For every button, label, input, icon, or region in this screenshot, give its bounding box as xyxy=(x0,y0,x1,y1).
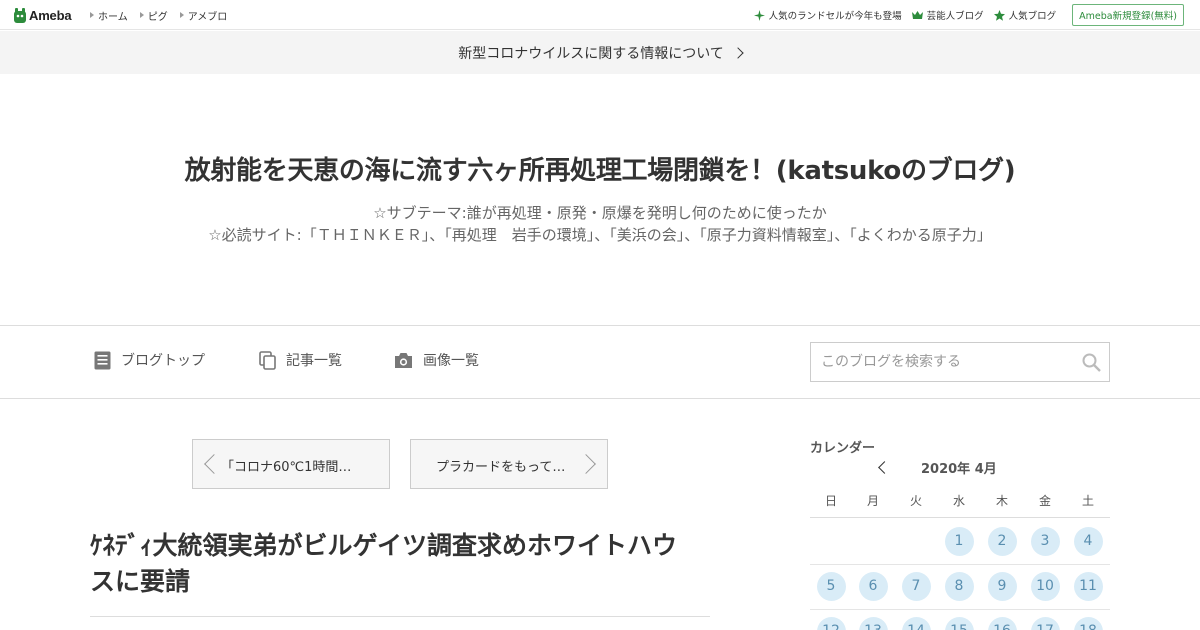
global-nav-ameblo[interactable]: アメブロ xyxy=(179,8,228,23)
calendar-weekdays: 日月火水木金土 xyxy=(810,488,1110,518)
blog-description-line: ☆サブテーマ:誰が再処理・原発・原爆を発明し何のために使ったか xyxy=(373,204,827,222)
calendar-day[interactable]: 5 xyxy=(816,571,846,601)
calendar-day[interactable]: 6 xyxy=(858,571,888,601)
calendar-day[interactable]: 18 xyxy=(1073,616,1103,630)
calendar-heading: カレンダー xyxy=(810,441,876,456)
nav-label: ブログトップ xyxy=(121,353,205,369)
sparkle-icon xyxy=(753,9,765,21)
covid-notice-banner[interactable]: 新型コロナウイルスに関する情報について xyxy=(0,31,1200,74)
header-link-label: 人気のランドセルが今年も登場 xyxy=(768,11,902,22)
global-nav: ホーム ピグ アメブロ xyxy=(90,0,239,30)
triangle-right-icon xyxy=(139,12,144,18)
blog-top-icon xyxy=(94,351,111,369)
chevron-right-icon xyxy=(732,46,744,59)
search-input[interactable] xyxy=(811,343,1071,381)
global-nav-pigg[interactable]: ピグ xyxy=(139,8,168,23)
calendar-month-nav: 2020年 4月 xyxy=(878,458,997,477)
nav-blog-top[interactable]: ブログトップ xyxy=(94,350,205,370)
camera-icon xyxy=(395,352,412,368)
global-nav-label: ピグ xyxy=(147,11,168,23)
articles-icon xyxy=(259,350,276,370)
blog-title[interactable]: 放射能を天恵の海に流す六ヶ所再処理工場閉鎖を！(katsukoのブログ) xyxy=(0,150,1200,187)
calendar-weekday: 土 xyxy=(1081,494,1094,508)
calendar-weekday: 木 xyxy=(995,494,1008,508)
logo-text: Ameba xyxy=(29,7,72,23)
nav-article-list[interactable]: 記事一覧 xyxy=(259,350,342,370)
calendar-weekday: 水 xyxy=(952,494,965,508)
ameba-mascot-icon xyxy=(14,7,26,23)
divider xyxy=(90,616,710,617)
calendar-day[interactable]: 16 xyxy=(987,616,1017,630)
article-title[interactable]: ｹﾈﾃﾞｨ大統領実弟がビルゲイツ調査求めホワイトハウスに要請 xyxy=(90,528,700,600)
calendar-day[interactable]: 11 xyxy=(1073,571,1103,601)
blog-description: ☆サブテーマ:誰が再処理・原発・原爆を発明し何のために使ったか ☆必読サイト:「… xyxy=(0,202,1200,246)
header-link-label: 人気ブログ xyxy=(1008,11,1057,22)
calendar-row-divider xyxy=(810,564,1110,565)
calendar-day[interactable]: 2 xyxy=(987,526,1017,556)
calendar-weekday: 日 xyxy=(824,494,837,508)
next-article-button[interactable]: プラカードをもって… xyxy=(410,439,608,489)
calendar-weekday: 月 xyxy=(866,494,879,508)
triangle-right-icon xyxy=(179,12,184,18)
ameba-logo[interactable]: Ameba xyxy=(13,6,72,24)
previous-article-title: 「コロナ60℃1時間… xyxy=(221,460,352,475)
header-link-celebrity-blogs[interactable]: 芸能人ブログ xyxy=(911,8,984,22)
calendar-day[interactable]: 10 xyxy=(1030,571,1060,601)
crown-icon xyxy=(911,10,923,20)
calendar-day[interactable]: 8 xyxy=(944,571,974,601)
star-icon xyxy=(993,9,1005,21)
calendar-weekday: 金 xyxy=(1038,494,1051,508)
global-header: Ameba ホーム ピグ アメブロ 人気のランドセルが今年も登場 芸能人ブログ … xyxy=(0,0,1200,30)
blog-search xyxy=(810,342,1110,382)
nav-label: 記事一覧 xyxy=(286,353,342,369)
register-button[interactable]: Ameba新規登録(無料) xyxy=(1072,4,1184,26)
calendar-day[interactable]: 1 xyxy=(944,526,974,556)
nav-image-list[interactable]: 画像一覧 xyxy=(394,350,479,370)
calendar-weekday: 火 xyxy=(909,494,922,508)
calendar-day[interactable]: 3 xyxy=(1030,526,1060,556)
calendar-day[interactable]: 17 xyxy=(1030,616,1060,630)
previous-article-button[interactable]: 「コロナ60℃1時間… xyxy=(192,439,390,489)
header-link-label: 芸能人ブログ xyxy=(926,11,984,22)
calendar-day[interactable]: 14 xyxy=(901,616,931,630)
calendar-day[interactable]: 13 xyxy=(858,616,888,630)
calendar-day[interactable]: 9 xyxy=(987,571,1017,601)
global-nav-label: アメブロ xyxy=(187,11,228,23)
next-article-title: プラカードをもって… xyxy=(436,460,566,475)
calendar-prev-month-icon[interactable] xyxy=(878,461,891,474)
calendar-day[interactable]: 12 xyxy=(816,616,846,630)
triangle-right-icon xyxy=(90,12,94,18)
header-links: 人気のランドセルが今年も登場 芸能人ブログ 人気ブログ Ameba新規登録(無料… xyxy=(744,0,1184,30)
header-link-randoseru[interactable]: 人気のランドセルが今年も登場 xyxy=(753,8,902,22)
calendar-day[interactable]: 15 xyxy=(944,616,974,630)
nav-label: 画像一覧 xyxy=(423,353,479,369)
blog-description-line: ☆必読サイト:「ＴＨＩＮＫＥＲ」、「再処理 岩手の環境」、「美浜の会」、「原子力… xyxy=(208,226,992,244)
calendar-month: 2020年 4月 xyxy=(921,462,997,477)
notice-text: 新型コロナウイルスに関する情報について xyxy=(458,45,724,62)
global-nav-home[interactable]: ホーム xyxy=(90,8,128,23)
calendar-day[interactable]: 7 xyxy=(901,571,931,601)
calendar-day[interactable]: 4 xyxy=(1073,526,1103,556)
search-icon[interactable] xyxy=(1082,353,1101,372)
blog-nav: ブログトップ 記事一覧 画像一覧 xyxy=(0,325,1200,399)
header-link-popular-blogs[interactable]: 人気ブログ xyxy=(993,8,1057,22)
global-nav-label: ホーム xyxy=(98,11,128,23)
calendar-row-divider xyxy=(810,609,1110,610)
